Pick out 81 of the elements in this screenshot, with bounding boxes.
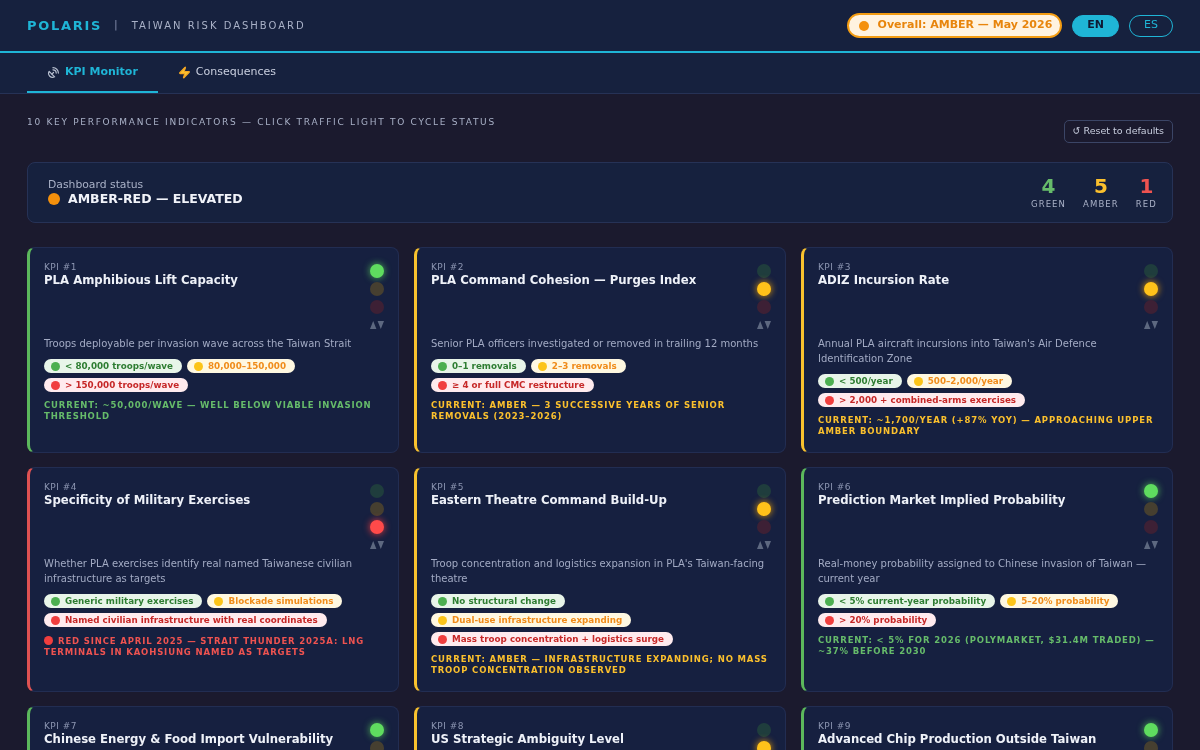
threshold-label: < 80,000 troops/wave <box>65 360 173 373</box>
threshold-label: No structural change <box>452 595 556 608</box>
brand-name: POLARIS <box>27 16 102 35</box>
count-value: 1 <box>1139 175 1154 197</box>
kpi-number: KPI #2 <box>431 261 465 273</box>
kpi-number: KPI #8 <box>431 720 465 732</box>
count-label: RED <box>1135 199 1157 210</box>
traffic-light-icon[interactable] <box>757 282 771 296</box>
current-reading: CURRENT: AMBER — INFRASTRUCTURE EXPANDING; NO MASS TROOP CONCENTRATION OBSERVED <box>431 654 768 675</box>
kpi-number: KPI #5 <box>431 481 465 493</box>
cycle-arrows-icon <box>757 321 771 329</box>
traffic-light-icon[interactable] <box>1144 282 1158 296</box>
kpi-title: Chinese Energy & Food Import Vulnerability <box>44 732 334 746</box>
threshold-label: ≥ 4 or full CMC restructure <box>452 379 585 392</box>
traffic-light-icon[interactable] <box>370 520 384 534</box>
cycle-arrows-icon <box>757 541 771 549</box>
kpi-description: Real-money probability assigned to Chinese invasion of Taiwan — current year <box>818 557 1147 586</box>
cycle-arrows-icon <box>370 321 384 329</box>
threshold-label: Generic military exercises <box>65 595 194 608</box>
threshold-label: < 500/year <box>839 375 893 388</box>
header-separator: | <box>113 17 118 34</box>
threshold-label: Dual-use infrastructure expanding <box>452 614 623 627</box>
count-value: 5 <box>1094 175 1108 197</box>
count-label: GREEN <box>1030 199 1067 210</box>
kpi-number: KPI #7 <box>44 720 78 732</box>
language-button[interactable]: EN <box>1072 14 1120 37</box>
kpi-title: Specificity of Military Exercises <box>44 493 251 507</box>
traffic-light-icon[interactable] <box>370 264 384 278</box>
tab[interactable]: Consequences <box>157 53 296 93</box>
kpi-number: KPI #3 <box>818 261 852 273</box>
reset-button[interactable]: ↺ Reset to defaults <box>1063 120 1173 143</box>
threshold-label: 2–3 removals <box>551 360 617 373</box>
kpi-number: KPI #4 <box>44 481 78 493</box>
section-heading: 10 KEY PERFORMANCE INDICATORS — CLICK TRAFFIC LIGHT TO CYCLE STATUS <box>27 116 496 128</box>
lightning-icon <box>177 65 191 79</box>
threshold-label: Named civilian infrastructure with real coordinates <box>65 614 318 627</box>
cycle-arrows-icon <box>1144 321 1158 329</box>
traffic-light-icon[interactable] <box>1144 723 1158 737</box>
current-reading: RED SINCE APRIL 2025 — STRAIT THUNDER 2025A: LNG TERMINALS IN KAOHSIUNG NAMED AS TARGETS <box>44 636 365 657</box>
threshold-label: Mass troop concentration + logistics surge <box>452 633 664 646</box>
current-reading: CURRENT: < 5% FOR 2026 (POLYMARKET, $31.4M TRADED) — ~37% BEFORE 2030 <box>818 635 1155 656</box>
threshold-label: > 2,000 + combined-arms exercises <box>839 394 1017 407</box>
count-label: AMBER <box>1083 199 1119 210</box>
kpi-number: KPI #9 <box>818 720 852 732</box>
cycle-arrows-icon <box>1144 541 1158 549</box>
kpi-description: Whether PLA exercises identify real named Taiwanese civilian infrastructure as targets <box>44 557 354 586</box>
traffic-light-icon[interactable] <box>1144 484 1158 498</box>
kpi-title: ADIZ Incursion Rate <box>818 273 950 287</box>
threshold-label: 0–1 removals <box>452 360 517 373</box>
kpi-description: Senior PLA officers investigated or removed in trailing 12 months <box>431 337 760 351</box>
kpi-title: Eastern Theatre Command Build-Up <box>431 493 667 507</box>
kpi-title: Advanced Chip Production Outside Taiwan <box>818 732 1097 746</box>
traffic-light-icon[interactable] <box>757 502 771 516</box>
overall-status-label: Overall: AMBER — May 2026 <box>877 17 1053 34</box>
status-caption: Dashboard status <box>48 178 145 191</box>
kpi-number: KPI #1 <box>44 261 78 273</box>
threshold-label: > 20% probability <box>839 614 928 627</box>
traffic-light-icon[interactable] <box>370 723 384 737</box>
cycle-arrows-icon <box>370 541 384 549</box>
tab[interactable]: KPI Monitor <box>27 53 158 93</box>
kpi-number: KPI #6 <box>818 481 852 493</box>
threshold-label: 80,000–150,000 <box>208 360 286 373</box>
current-reading: CURRENT: AMBER — 3 SUCCESSIVE YEARS OF SENIOR REMOVALS (2023–2026) <box>431 400 726 421</box>
kpi-description: Annual PLA aircraft incursions into Taiwan's Air Defence Identification Zone <box>818 337 1098 366</box>
threshold-label: 500–2,000/year <box>927 375 1004 388</box>
current-reading: CURRENT: ~1,700/YEAR (+87% YOY) — APPROACHING UPPER AMBER BOUNDARY <box>818 415 1154 436</box>
threshold-label: < 5% current-year probability <box>839 595 987 608</box>
current-reading: CURRENT: ~50,000/WAVE — WELL BELOW VIABLE INVASION THRESHOLD <box>44 400 372 421</box>
kpi-title: Prediction Market Implied Probability <box>818 493 1066 507</box>
count-value: 4 <box>1041 175 1056 197</box>
threshold-label: 5–20% probability <box>1021 595 1110 608</box>
threshold-label: Blockade simulations <box>228 595 334 608</box>
status-value: AMBER-RED — ELEVATED <box>68 191 243 207</box>
threshold-label: > 150,000 troops/wave <box>65 379 180 392</box>
dashboard-title: TAIWAN RISK DASHBOARD <box>131 19 306 33</box>
kpi-description: Troop concentration and logistics expansion in PLA's Taiwan-facing theatre <box>431 557 766 586</box>
satellite-dish-icon <box>47 65 60 79</box>
kpi-title: US Strategic Ambiguity Level <box>431 732 624 746</box>
kpi-description: Troops deployable per invasion wave across the Taiwan Strait <box>44 337 353 351</box>
kpi-title: PLA Command Cohesion — Purges Index <box>431 273 697 287</box>
kpi-title: PLA Amphibious Lift Capacity <box>44 273 238 287</box>
